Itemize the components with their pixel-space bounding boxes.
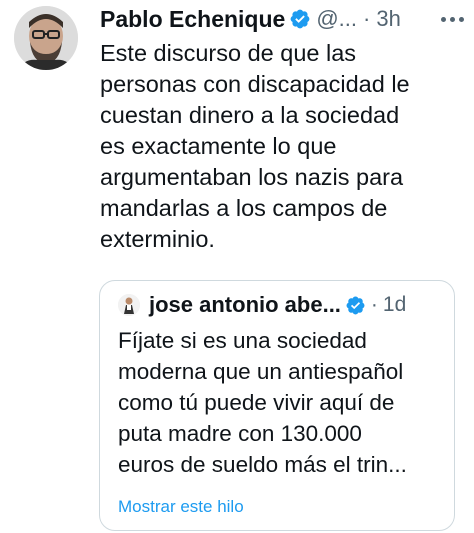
more-options-icon[interactable] <box>441 7 464 31</box>
quoted-author-avatar[interactable] <box>118 294 140 316</box>
quoted-tweet-header: jose antonio abe... · 1d <box>118 291 448 319</box>
author-avatar[interactable] <box>14 6 78 70</box>
tweet-text: Este discurso de que las personas con di… <box>100 40 410 252</box>
quoted-tweet-timestamp[interactable]: 1d <box>383 293 406 317</box>
author-handle[interactable]: @... <box>316 6 357 32</box>
author-avatar-image <box>14 6 78 70</box>
quoted-tweet-text: Fíjate si es una sociedad moderna que un… <box>118 328 407 477</box>
quoted-verified-badge-icon <box>345 295 366 316</box>
header-separator: · <box>363 6 371 31</box>
quoted-header-separator: · <box>370 293 378 316</box>
tweet-timestamp[interactable]: 3h <box>376 6 400 32</box>
tweet-header: Pablo Echenique @... · 3h <box>100 4 470 34</box>
verified-badge-icon <box>289 8 311 30</box>
quoted-tweet-card[interactable]: jose antonio abe... · 1d Fíjate si es un… <box>99 280 455 531</box>
quoted-author-name[interactable]: jose antonio abe... <box>149 292 341 318</box>
show-thread-link[interactable]: Mostrar este hilo <box>118 497 244 517</box>
author-name[interactable]: Pablo Echenique <box>100 6 285 33</box>
